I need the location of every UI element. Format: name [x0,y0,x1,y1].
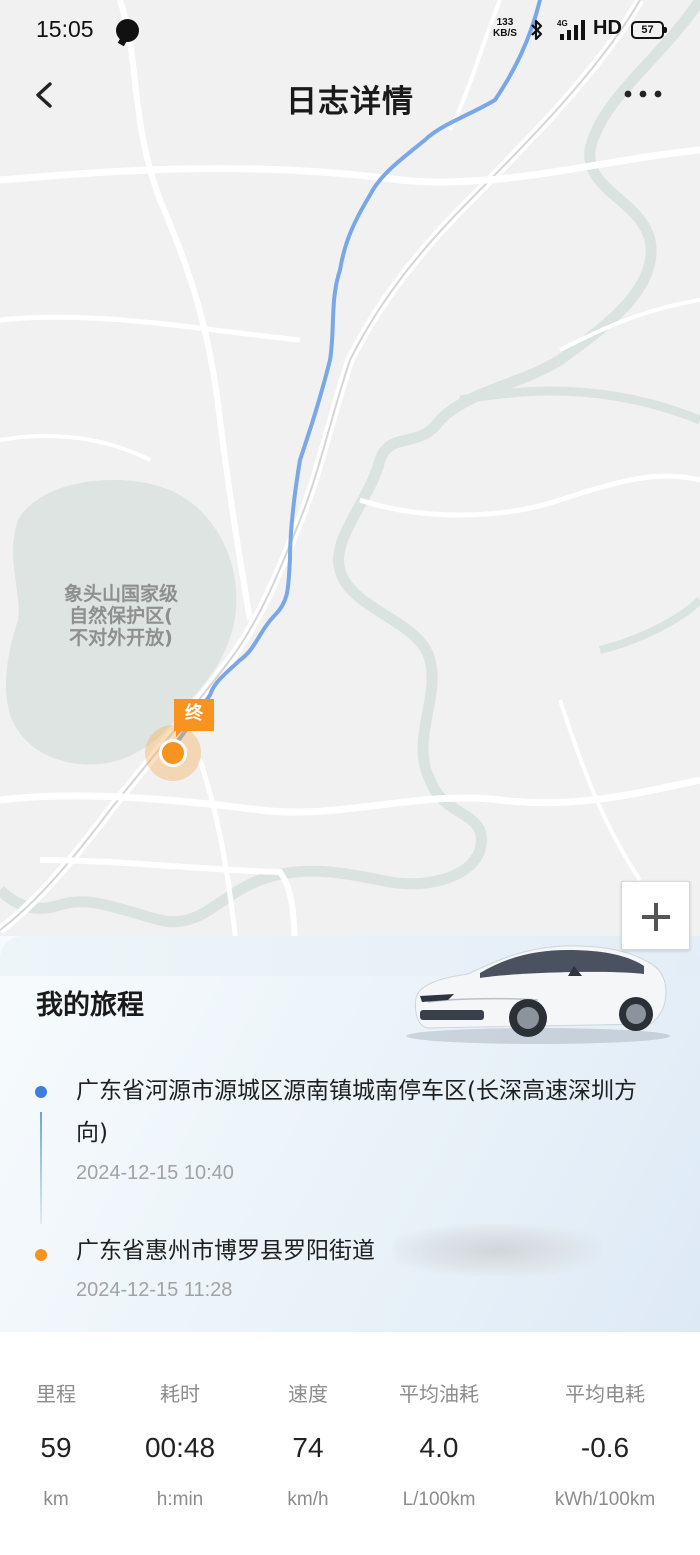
zoom-in-button[interactable] [621,881,690,950]
stat-label: 耗时 [160,1382,200,1406]
status-time: 15:05 [36,16,94,42]
stat-unit: L/100km [402,1489,476,1510]
stat-unit: km [43,1489,69,1510]
status-bar: 15:05 133 KB/S 4G HD 57 [0,0,700,62]
trip-map[interactable]: 象头山国家级 自然保护区( 不对外开放) 终 [0,0,700,980]
stat-value: 00:48 [144,1432,216,1463]
redacted-blur [392,1224,602,1276]
bluetooth-icon [531,19,543,41]
stat-unit: km/h [287,1489,329,1510]
end-point-dot [35,1249,47,1261]
hd-indicator: HD [593,17,622,39]
cellular-signal-icon: 4G [557,19,585,40]
trip-title: 我的旅程 [36,990,144,1021]
stat-value: 4.0 [419,1432,459,1463]
start-point-dot [35,1086,47,1098]
car-image [406,945,670,1044]
net-speed-value: 133 [496,17,514,28]
map-background [0,0,700,980]
stat-value: -0.6 [580,1432,630,1463]
stat-label: 速度 [288,1382,328,1406]
svg-text:4G: 4G [557,19,568,28]
stat-label: 平均油耗 [399,1382,479,1406]
page-title: 日志详情 [286,84,414,120]
timeline-line [40,1112,42,1224]
stat-value: 74 [292,1432,324,1463]
stat-unit: kWh/100km [554,1489,656,1510]
start-address: 广东省河源市源城区源南镇城南停车区(长深高速深圳方向) [76,1078,637,1146]
net-speed: 133 KB/S [493,17,517,39]
more-dots-icon[interactable] [622,88,664,100]
stat-label: 里程 [36,1382,76,1406]
nature-reserve-label: 象头山国家级 自然保护区( 不对外开放) [63,583,178,649]
stat-label: 平均电耗 [565,1382,645,1406]
page-header: 日志详情 [0,62,700,128]
end-address: 广东省惠州市博罗县罗阳街道 [76,1238,375,1264]
battery-icon: 57 [631,21,667,39]
trip-stats: 里程 59 km 耗时 00:48 h:min 速度 74 km/h 平均油耗 … [0,1332,700,1555]
end-time: 2024-12-15 11:28 [76,1279,233,1301]
stat-unit: h:min [156,1489,204,1510]
end-location-marker[interactable] [159,739,187,767]
message-bubble-icon [116,19,139,42]
net-speed-unit: KB/S [493,28,517,39]
start-time: 2024-12-15 10:40 [76,1162,234,1184]
trip-card: 我的旅程 广东省河源市源城区源南镇城南停车区(长深高速深圳方向) 2024-12… [0,936,700,1332]
end-marker-tag: 终 [174,699,214,737]
stat-value: 59 [40,1432,72,1463]
